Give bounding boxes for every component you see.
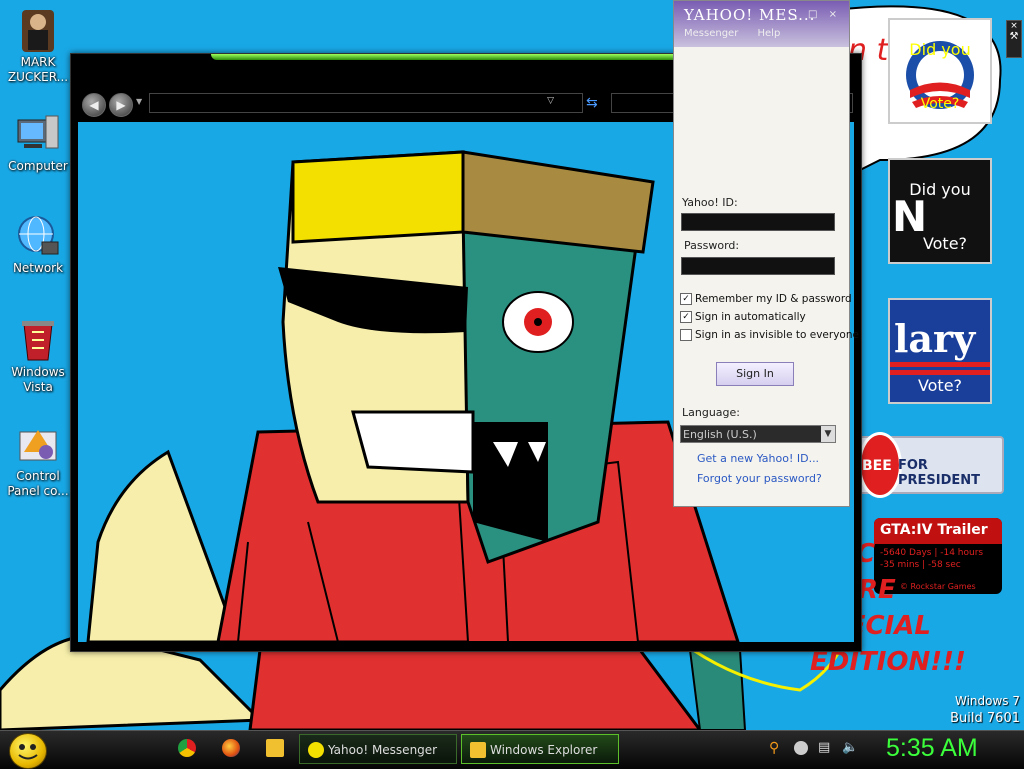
desktop-icon-label: MARK ZUCKER... [7, 55, 69, 84]
sign-in-button[interactable]: Sign In [716, 362, 794, 386]
checkbox-label: Sign in automatically [695, 311, 806, 323]
folder-icon[interactable] [266, 739, 284, 757]
password-label: Password: [684, 239, 740, 252]
desktop-icon-mark[interactable]: MARK ZUCKER... [3, 8, 73, 85]
gadget-prefix: BEE [862, 458, 892, 474]
chevron-down-icon[interactable]: ▼ [821, 426, 835, 442]
vote-gadget-1[interactable]: Did you Vote? [888, 18, 992, 124]
gadget-text: Vote? [922, 234, 968, 253]
desktop-icon-computer[interactable]: Computer [3, 112, 73, 174]
desktop-icon-label: Computer [8, 159, 68, 173]
yahoo-id-label: Yahoo! ID: [682, 196, 738, 209]
get-new-id-link[interactable]: Get a new Yahoo! ID... [697, 452, 819, 465]
yahoo-menu: Messenger Help [684, 28, 796, 39]
desktop-icon-control-panel[interactable]: Control Panel co... [3, 422, 73, 499]
address-bar[interactable]: ▽ [149, 93, 583, 113]
person-icon [16, 8, 60, 52]
gadget-word: lary [894, 316, 976, 361]
taskbar-clock[interactable]: 5:35 AM [886, 734, 978, 763]
recycle-bin-icon [16, 318, 60, 362]
computer-icon [16, 112, 60, 156]
gadget-text: Did you [909, 40, 971, 59]
gadget-text: Vote? [917, 376, 963, 395]
yahoo-messenger-window[interactable]: YAHOO! MES... _ □ × Messenger Help Yahoo… [673, 0, 859, 507]
menu-help[interactable]: Help [758, 28, 781, 39]
checkbox-label: Remember my ID & password [695, 293, 852, 305]
desktop-icon-network[interactable]: Network [3, 214, 73, 276]
network-tray-icon[interactable]: ▤ [818, 741, 832, 755]
taskbar-button-label: Windows Explorer [490, 743, 598, 757]
recent-pages-chevron-icon[interactable]: ▼ [136, 97, 142, 106]
back-arrow-icon[interactable]: ◀ [82, 93, 106, 117]
language-select[interactable]: English (U.S.) ▼ [680, 425, 836, 443]
gadget-text: Did you [909, 180, 971, 199]
invisible-checkbox[interactable]: Sign in as invisible to everyone [680, 329, 859, 341]
yahoo-titlebar: YAHOO! MES... _ □ × Messenger Help [674, 1, 849, 47]
language-value: English (U.S.) [683, 428, 757, 441]
desktop-icon-label: Windows Vista [11, 365, 65, 394]
remember-checkbox[interactable]: ✓ Remember my ID & password [680, 293, 852, 305]
taskbar: Yahoo! Messenger Windows Explorer ⚲ ▤ 🔈 … [0, 730, 1024, 769]
yahoo-id-input[interactable] [681, 213, 835, 231]
menu-messenger[interactable]: Messenger [684, 28, 738, 39]
explorer-icon [470, 742, 486, 758]
forward-arrow-icon[interactable]: ▶ [109, 93, 133, 117]
search-icon[interactable]: ⚲ [769, 741, 783, 755]
taskbar-yahoo-messenger[interactable]: Yahoo! Messenger [299, 734, 457, 764]
sidebar-gadget-controls[interactable]: × ⚒ [1006, 20, 1022, 58]
huckabee-gadget[interactable]: BEE FOR PRESIDENT [856, 432, 1004, 498]
close-icon[interactable]: × [1007, 21, 1021, 31]
desktop-icon-label: Control Panel co... [7, 469, 69, 498]
gadget-text: FOR PRESIDENT [898, 458, 981, 488]
forgot-password-link[interactable]: Forgot your password? [697, 472, 822, 485]
address-dropdown-icon[interactable]: ▽ [547, 96, 554, 106]
checkbox-checked-icon[interactable]: ✓ [680, 293, 692, 305]
wrench-icon[interactable]: ⚒ [1007, 31, 1021, 42]
vote-gadget-3[interactable]: lary Vote? [888, 298, 992, 404]
firefox-icon[interactable] [222, 739, 240, 757]
start-orb-smiley-icon[interactable] [9, 733, 47, 769]
chrome-icon[interactable] [178, 739, 196, 757]
auto-signin-checkbox[interactable]: ✓ Sign in automatically [680, 311, 806, 323]
gadget-text: Vote? [920, 96, 960, 112]
taskbar-windows-explorer[interactable]: Windows Explorer [461, 734, 619, 764]
circle-status-icon[interactable] [794, 741, 808, 755]
taskbar-button-label: Yahoo! Messenger [328, 743, 438, 757]
checkbox-label: Sign in as invisible to everyone [695, 329, 859, 341]
refresh-icon[interactable]: ⇆ [586, 95, 598, 111]
checkbox-checked-icon[interactable]: ✓ [680, 311, 692, 323]
vote-gadget-2[interactable]: N Did you Vote? [888, 158, 992, 264]
os-watermark: Windows 7 [954, 694, 1020, 708]
volume-icon[interactable]: 🔈 [842, 741, 858, 755]
checkbox-unchecked-icon[interactable] [680, 329, 692, 341]
control-panel-icon [16, 422, 60, 466]
build-watermark: Build 7601 [950, 711, 1020, 726]
language-label: Language: [682, 406, 740, 419]
window-glow [211, 54, 681, 60]
desktop-icon-recycle[interactable]: Windows Vista [3, 318, 73, 395]
window-controls[interactable]: _ □ × [792, 9, 841, 20]
password-input[interactable] [681, 257, 835, 275]
network-globe-icon [16, 214, 60, 258]
desktop-icon-label: Network [12, 261, 64, 275]
yahoo-smiley-icon [308, 742, 324, 758]
